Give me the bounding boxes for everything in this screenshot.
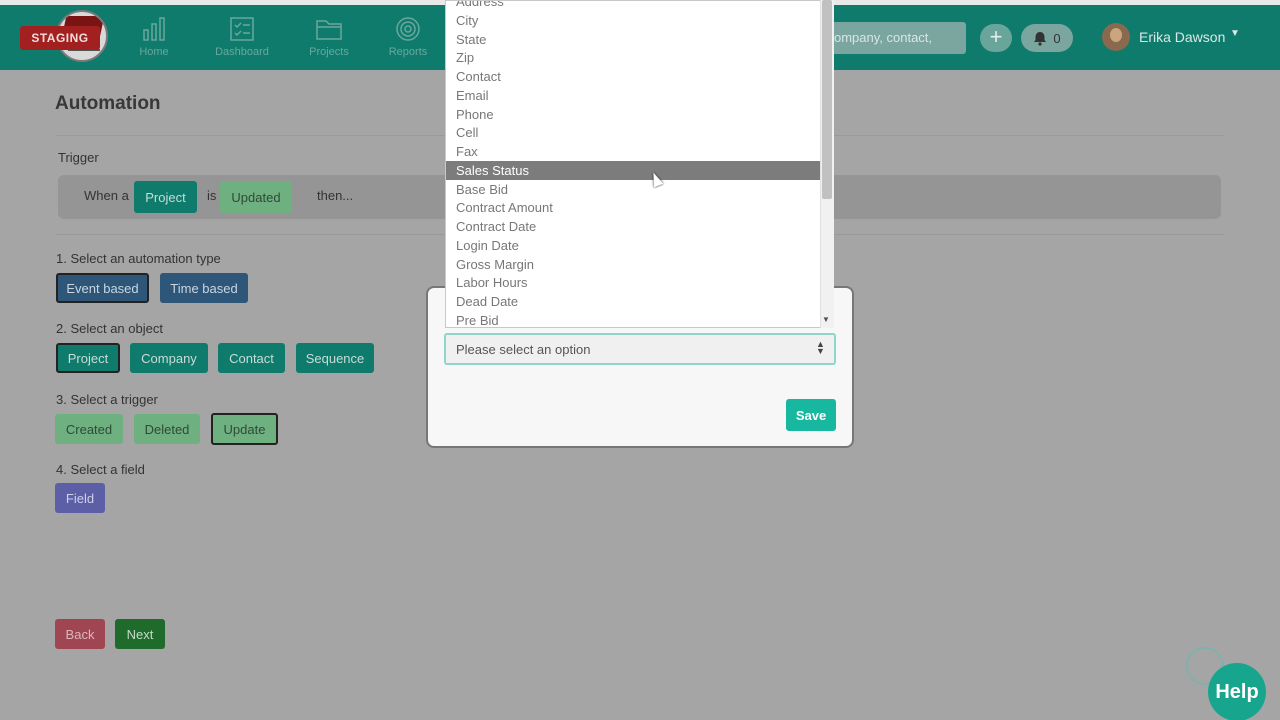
dropdown-option-highlighted[interactable]: Sales Status [446, 161, 821, 180]
save-button[interactable]: Save [786, 399, 836, 431]
search-input[interactable]: ompany, contact, [818, 22, 966, 54]
field-button[interactable]: Field [55, 483, 105, 513]
folder-icon [289, 16, 369, 42]
object-company-button[interactable]: Company [130, 343, 208, 373]
dropdown-option[interactable]: Contract Amount [446, 198, 821, 217]
scroll-down-icon[interactable]: ▼ [822, 315, 830, 324]
next-button[interactable]: Next [115, 619, 165, 649]
dropdown-option[interactable]: Email [446, 86, 821, 105]
nav-projects-label: Projects [309, 46, 349, 58]
trigger-when-text: When a [84, 188, 129, 203]
staging-badge: STAGING [20, 26, 100, 50]
page-title: Automation [55, 93, 161, 114]
nav-projects[interactable]: Projects [289, 16, 369, 58]
dropdown-option[interactable]: Contract Date [446, 217, 821, 236]
dropdown-option[interactable]: Phone [446, 105, 821, 124]
object-project-button[interactable]: Project [56, 343, 120, 373]
dropdown-option[interactable]: Login Date [446, 236, 821, 255]
user-name[interactable]: Erika Dawson [1139, 29, 1225, 45]
trigger-then-text: then... [317, 188, 354, 203]
bell-icon [1034, 31, 1047, 46]
dropdown-option[interactable]: Address [446, 1, 821, 11]
dropdown-option[interactable]: Pre Bid [446, 311, 821, 327]
trigger-created-button[interactable]: Created [55, 414, 123, 444]
step-object-label: 2. Select an object [56, 321, 163, 336]
object-contact-button[interactable]: Contact [218, 343, 285, 373]
step-trigger-label: 3. Select a trigger [56, 392, 158, 407]
dropdown-scrollbar-thumb[interactable] [822, 0, 832, 199]
notifications-button[interactable]: 0 [1021, 24, 1073, 52]
field-dropdown-list: Address City State Zip Contact Email Pho… [445, 0, 834, 328]
dropdown-option[interactable]: Gross Margin [446, 255, 821, 274]
select-arrows-icon: ▲ ▼ [816, 339, 825, 356]
object-sequence-button[interactable]: Sequence [296, 343, 374, 373]
event-based-button[interactable]: Event based [56, 273, 149, 303]
field-select[interactable]: Please select an option [444, 333, 836, 365]
target-icon [368, 16, 448, 42]
dropdown-option[interactable]: Dead Date [446, 292, 821, 311]
nav-dashboard[interactable]: Dashboard [202, 16, 282, 58]
trigger-update-button[interactable]: Update [211, 413, 278, 445]
nav-reports[interactable]: Reports [368, 16, 448, 58]
time-based-button[interactable]: Time based [160, 273, 248, 303]
caret-down-icon[interactable]: ▼ [1230, 28, 1240, 39]
nav-home-label: Home [139, 46, 169, 58]
dropdown-option[interactable]: Labor Hours [446, 273, 821, 292]
avatar[interactable] [1102, 23, 1130, 51]
add-button[interactable]: + [980, 24, 1012, 52]
step-automation-type-label: 1. Select an automation type [56, 251, 221, 266]
trigger-object-pill: Project [134, 181, 197, 213]
nav-home[interactable]: Home [114, 16, 194, 58]
help-button[interactable]: Help [1208, 663, 1266, 720]
step-field-label: 4. Select a field [56, 462, 145, 477]
dropdown-option[interactable]: Fax [446, 142, 821, 161]
dropdown-option[interactable]: State [446, 30, 821, 49]
trigger-is-text: is [207, 188, 217, 203]
nav-dashboard-label: Dashboard [215, 46, 269, 58]
dropdown-option[interactable]: Cell [446, 123, 821, 142]
dropdown-option[interactable]: Zip [446, 48, 821, 67]
dropdown-option[interactable]: Contact [446, 67, 821, 86]
bar-chart-icon [114, 16, 194, 42]
nav-reports-label: Reports [388, 46, 428, 58]
checklist-icon [202, 16, 282, 42]
plus-icon: + [989, 24, 1003, 49]
dropdown-option[interactable]: City [446, 11, 821, 30]
trigger-deleted-button[interactable]: Deleted [134, 414, 200, 444]
dropdown-option[interactable]: Base Bid [446, 180, 821, 199]
back-button[interactable]: Back [55, 619, 105, 649]
trigger-action-pill: Updated [220, 181, 292, 213]
notification-count: 0 [1053, 30, 1061, 46]
trigger-label: Trigger [58, 150, 99, 165]
